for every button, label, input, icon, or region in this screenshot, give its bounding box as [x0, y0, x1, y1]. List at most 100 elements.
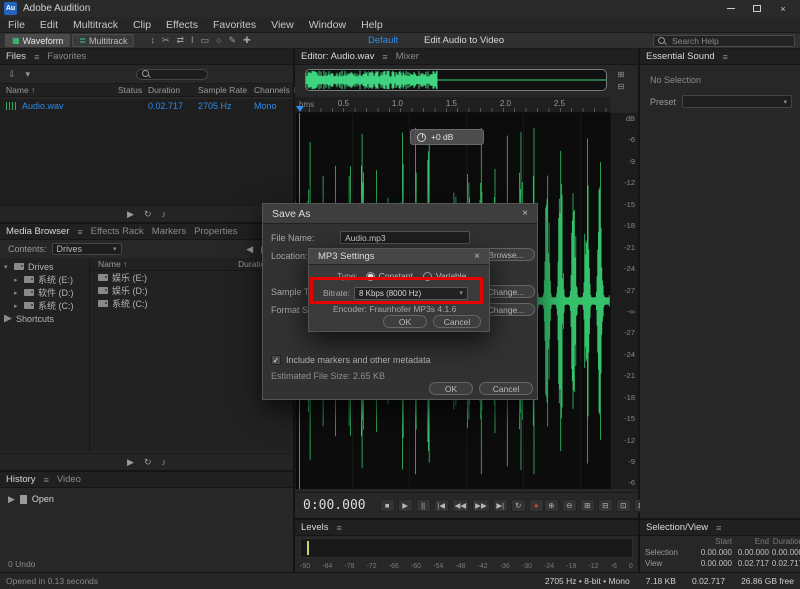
loop-playback-button[interactable]: ↻	[511, 499, 526, 512]
paintbrush-tool-icon[interactable]: ✎	[229, 35, 237, 46]
help-search-box[interactable]	[653, 35, 795, 47]
skip-to-start-button[interactable]: |◀	[434, 499, 449, 512]
menu-item[interactable]: Edit	[40, 19, 58, 31]
multitrack-view-button[interactable]: ≣ Multitrack	[72, 34, 134, 47]
workspace-default[interactable]: Default	[368, 35, 398, 46]
close-icon[interactable]: ×	[522, 208, 528, 219]
waveform-view-button[interactable]: ▦ Waveform	[5, 34, 70, 47]
view-start[interactable]: 0.00.000	[695, 559, 732, 568]
record-button[interactable]: ●	[529, 499, 544, 512]
tab-markers[interactable]: Markers	[152, 226, 186, 237]
zoom-in-time-button[interactable]: ⊞	[580, 499, 595, 512]
preview-play-button[interactable]: ▶	[127, 457, 134, 468]
column-header[interactable]: Status	[118, 85, 148, 95]
zoom-in-button[interactable]: ⊕	[544, 499, 559, 512]
spot-healing-tool-icon[interactable]: ✚	[243, 35, 251, 46]
import-file-icon[interactable]: ⇩	[8, 69, 16, 80]
media-panel-menu-icon[interactable]: ≡	[77, 227, 82, 237]
file-name-input[interactable]: Audio.mp3	[340, 231, 470, 244]
include-markers-checkbox[interactable]: ✓	[271, 355, 281, 365]
tab-video[interactable]: Video	[57, 474, 81, 485]
chevron-right-icon[interactable]: ▸	[14, 289, 20, 297]
tree-item-drive[interactable]: ▸ 系统 (C:)	[0, 299, 89, 312]
overview-waveform[interactable]	[305, 69, 607, 91]
preset-select[interactable]: ▾	[682, 95, 792, 108]
zoom-out-button[interactable]: ⊖	[562, 499, 577, 512]
chevron-right-icon[interactable]: ▸	[14, 302, 20, 310]
slip-tool-icon[interactable]: ⇄	[177, 35, 185, 46]
view-duration[interactable]: 0.02.717	[769, 559, 800, 568]
contents-select[interactable]: Drives ▾	[52, 243, 122, 255]
chevron-down-icon[interactable]: ▾	[4, 263, 10, 271]
playhead-marker[interactable]	[296, 106, 304, 112]
tab-files[interactable]: Files	[6, 51, 26, 62]
menu-item[interactable]: Multitrack	[73, 19, 118, 31]
search-input[interactable]	[670, 35, 780, 47]
menu-item[interactable]: View	[271, 19, 294, 31]
tab-levels[interactable]: Levels	[301, 522, 328, 533]
column-header[interactable]: Channels	[254, 85, 294, 95]
preview-autoplay-button[interactable]: ♪	[161, 457, 166, 467]
mp3-ok-button[interactable]: OK	[383, 315, 427, 328]
tree-item-drive[interactable]: ▸ 系统 (E:)	[0, 273, 89, 286]
menu-item[interactable]: Clip	[133, 19, 151, 31]
menu-item[interactable]: Window	[309, 19, 346, 31]
editor-panel-menu-icon[interactable]: ≡	[382, 52, 387, 62]
time-selection-tool-icon[interactable]: I	[191, 35, 194, 46]
save-as-ok-button[interactable]: OK	[429, 382, 473, 395]
overview-zoom-icon[interactable]: ⊞	[614, 70, 628, 80]
overview-settings-icon[interactable]: ⊟	[614, 82, 628, 92]
tree-item-drives-root[interactable]: ▾ Drives	[0, 260, 89, 273]
column-header[interactable]: Sample Rate	[198, 85, 254, 95]
pause-button[interactable]: ||	[416, 499, 431, 512]
close-icon[interactable]: ×	[474, 251, 480, 262]
tab-properties[interactable]: Properties	[194, 226, 237, 237]
column-header[interactable]: Name ↑	[6, 85, 118, 95]
files-panel-menu-icon[interactable]: ≡	[34, 52, 39, 62]
tab-essential-sound[interactable]: Essential Sound	[646, 51, 715, 62]
menu-item[interactable]: File	[8, 19, 25, 31]
play-button[interactable]: ▶	[398, 499, 413, 512]
levels-panel-menu-icon[interactable]: ≡	[336, 523, 341, 533]
selection-duration[interactable]: 0.00.000	[769, 548, 800, 557]
column-header[interactable]: Duration	[148, 85, 198, 95]
tab-mixer[interactable]: Mixer	[396, 51, 419, 62]
mp3-cancel-button[interactable]: Cancel	[433, 315, 481, 328]
time-display[interactable]: 0:00.000	[303, 498, 366, 513]
volume-knob-icon[interactable]	[417, 133, 426, 142]
column-name[interactable]: Name ↑	[98, 259, 238, 269]
tab-media-browser[interactable]: Media Browser	[6, 226, 69, 237]
tab-history[interactable]: History	[6, 474, 36, 485]
history-item-open[interactable]: ▶ Open	[0, 492, 293, 506]
preview-autoplay-button[interactable]: ♪	[161, 209, 166, 219]
back-icon[interactable]: ◀	[246, 244, 253, 255]
db-ruler[interactable]: dB -6-9-12-15-18-21-24-27-∞-27-24-21-18-…	[610, 113, 638, 489]
stop-button[interactable]: ■	[380, 499, 395, 512]
timeline-ruler[interactable]: hms 0.51.01.52.02.5	[295, 97, 610, 113]
new-item-icon[interactable]: ▾	[26, 69, 31, 80]
tree-item-drive[interactable]: ▸ 软件 (D:)	[0, 286, 89, 299]
rewind-button[interactable]: ◀◀	[452, 499, 470, 512]
close-button[interactable]: ×	[770, 0, 796, 17]
file-row-audio-wav[interactable]: Audio.wav 0.02.717 2705 Hz Mono	[0, 99, 293, 112]
tab-selection-view[interactable]: Selection/View	[646, 522, 708, 533]
selection-start[interactable]: 0.00.000	[695, 548, 732, 557]
tab-editor[interactable]: Editor: Audio.wav	[301, 51, 374, 62]
move-tool-icon[interactable]: ↕	[150, 35, 155, 46]
tab-effects-rack[interactable]: Effects Rack	[91, 226, 144, 237]
files-search-box[interactable]	[136, 69, 208, 80]
essential-panel-menu-icon[interactable]: ≡	[723, 52, 728, 62]
volume-hud[interactable]: +0 dB	[410, 129, 484, 145]
lasso-selection-tool-icon[interactable]: ○	[216, 35, 221, 46]
workspace-edit-audio-to-video[interactable]: Edit Audio to Video	[424, 35, 504, 46]
selection-end[interactable]: 0.00.000	[732, 548, 769, 557]
maximize-button[interactable]	[744, 0, 770, 17]
preview-loop-button[interactable]: ↻	[144, 209, 152, 220]
minimize-button[interactable]	[718, 0, 744, 17]
razor-tool-icon[interactable]: ✂	[162, 35, 170, 46]
preview-loop-button[interactable]: ↻	[144, 457, 152, 468]
zoom-out-time-button[interactable]: ⊟	[598, 499, 613, 512]
preview-play-button[interactable]: ▶	[127, 209, 134, 220]
tab-favorites[interactable]: Favorites	[47, 51, 86, 62]
save-as-cancel-button[interactable]: Cancel	[479, 382, 533, 395]
